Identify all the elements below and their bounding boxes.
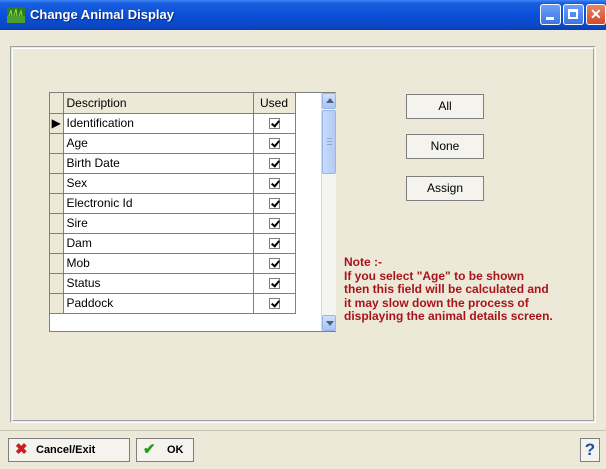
current-row-indicator-icon[interactable]: ▶ <box>50 113 64 134</box>
row-indicator[interactable] <box>50 173 64 194</box>
used-checkbox[interactable] <box>268 158 280 170</box>
grid-row[interactable]: Birth Date <box>50 153 296 174</box>
select-all-button[interactable]: All <box>406 94 484 119</box>
help-button[interactable]: ? <box>580 438 600 462</box>
display-fields-grid[interactable]: Description Used ▶ Identification Age Birth… <box>49 92 336 332</box>
ok-label: OK <box>167 444 184 456</box>
chevron-down-icon <box>326 321 334 326</box>
used-checkbox[interactable] <box>268 258 280 270</box>
used-checkbox[interactable] <box>268 278 280 290</box>
window-title: Change Animal Display <box>30 7 174 22</box>
row-used-cell[interactable] <box>253 293 296 314</box>
row-used-cell[interactable] <box>253 133 296 154</box>
age-calculation-note: Note :- If you select "Age" to be shown … <box>344 255 584 324</box>
cancel-exit-button[interactable]: ✖ Cancel/Exit <box>8 438 130 462</box>
note-line: it may slow down the process of <box>344 295 529 310</box>
row-description[interactable]: Electronic Id <box>63 193 254 214</box>
row-description[interactable]: Sire <box>63 213 254 234</box>
select-none-button[interactable]: None <box>406 134 484 159</box>
grid-row[interactable]: Paddock <box>50 293 296 314</box>
row-used-cell[interactable] <box>253 213 296 234</box>
scroll-thumb[interactable] <box>322 110 336 174</box>
note-heading: Note :- <box>344 255 382 269</box>
grid-row[interactable]: ▶ Identification <box>50 113 296 134</box>
used-checkbox[interactable] <box>268 218 280 230</box>
row-description[interactable]: Dam <box>63 233 254 254</box>
row-indicator-header <box>50 93 64 114</box>
maximize-button[interactable] <box>563 4 584 25</box>
note-line: then this field will be calculated and <box>344 282 549 296</box>
row-description[interactable]: Age <box>63 133 254 154</box>
row-indicator[interactable] <box>50 133 64 154</box>
grid-vertical-scrollbar[interactable] <box>321 93 336 331</box>
row-indicator[interactable] <box>50 273 64 294</box>
assign-button[interactable]: Assign <box>406 176 484 201</box>
close-icon: ✕ <box>590 6 602 22</box>
grid-row[interactable]: Electronic Id <box>50 193 296 214</box>
row-used-cell[interactable] <box>253 113 296 134</box>
row-description[interactable]: Identification <box>63 113 254 134</box>
grid-row[interactable]: Sex <box>50 173 296 194</box>
chevron-up-icon <box>326 98 334 103</box>
row-indicator[interactable] <box>50 293 64 314</box>
change-animal-display-window: Change Animal Display ✕ Description Used… <box>0 0 606 469</box>
used-column-header[interactable]: Used <box>253 93 296 114</box>
used-checkbox[interactable] <box>268 298 280 310</box>
minimize-icon <box>546 17 554 20</box>
grid-row[interactable]: Mob <box>50 253 296 274</box>
grid-row[interactable]: Dam <box>50 233 296 254</box>
note-line: displaying the animal details screen. <box>344 309 553 323</box>
row-description[interactable]: Status <box>63 273 254 294</box>
row-description[interactable]: Paddock <box>63 293 254 314</box>
used-checkbox[interactable] <box>268 198 280 210</box>
row-used-cell[interactable] <box>253 153 296 174</box>
row-used-cell[interactable] <box>253 193 296 214</box>
green-check-icon: ✔ <box>143 441 156 458</box>
scroll-down-button[interactable] <box>322 315 336 331</box>
row-used-cell[interactable] <box>253 253 296 274</box>
scroll-up-button[interactable] <box>322 93 336 109</box>
grid-header-row: Description Used <box>50 93 296 114</box>
title-bar[interactable]: Change Animal Display ✕ <box>0 0 606 30</box>
row-indicator[interactable] <box>50 253 64 274</box>
row-used-cell[interactable] <box>253 233 296 254</box>
grid-row[interactable]: Sire <box>50 213 296 234</box>
minimize-button[interactable] <box>540 4 561 25</box>
used-checkbox[interactable] <box>268 178 280 190</box>
row-indicator[interactable] <box>50 213 64 234</box>
row-indicator[interactable] <box>50 193 64 214</box>
used-checkbox[interactable] <box>268 238 280 250</box>
row-indicator[interactable] <box>50 153 64 174</box>
grid-row[interactable]: Status <box>50 273 296 294</box>
row-description[interactable]: Mob <box>63 253 254 274</box>
row-indicator[interactable] <box>50 233 64 254</box>
description-column-header[interactable]: Description <box>63 93 254 114</box>
row-used-cell[interactable] <box>253 273 296 294</box>
close-button[interactable]: ✕ <box>586 4 606 25</box>
used-checkbox[interactable] <box>268 138 280 150</box>
used-checkbox[interactable] <box>268 118 280 130</box>
row-used-cell[interactable] <box>253 173 296 194</box>
row-description[interactable]: Sex <box>63 173 254 194</box>
red-x-icon: ✖ <box>15 441 28 458</box>
grid-row[interactable]: Age <box>50 133 296 154</box>
cancel-exit-label: Cancel/Exit <box>36 444 96 456</box>
row-description[interactable]: Birth Date <box>63 153 254 174</box>
ok-button[interactable]: ✔ OK <box>136 438 194 462</box>
maximize-icon <box>568 9 578 19</box>
note-line: If you select "Age" to be shown <box>344 268 525 283</box>
grass-field-icon <box>7 7 25 23</box>
question-mark-icon: ? <box>584 440 596 459</box>
